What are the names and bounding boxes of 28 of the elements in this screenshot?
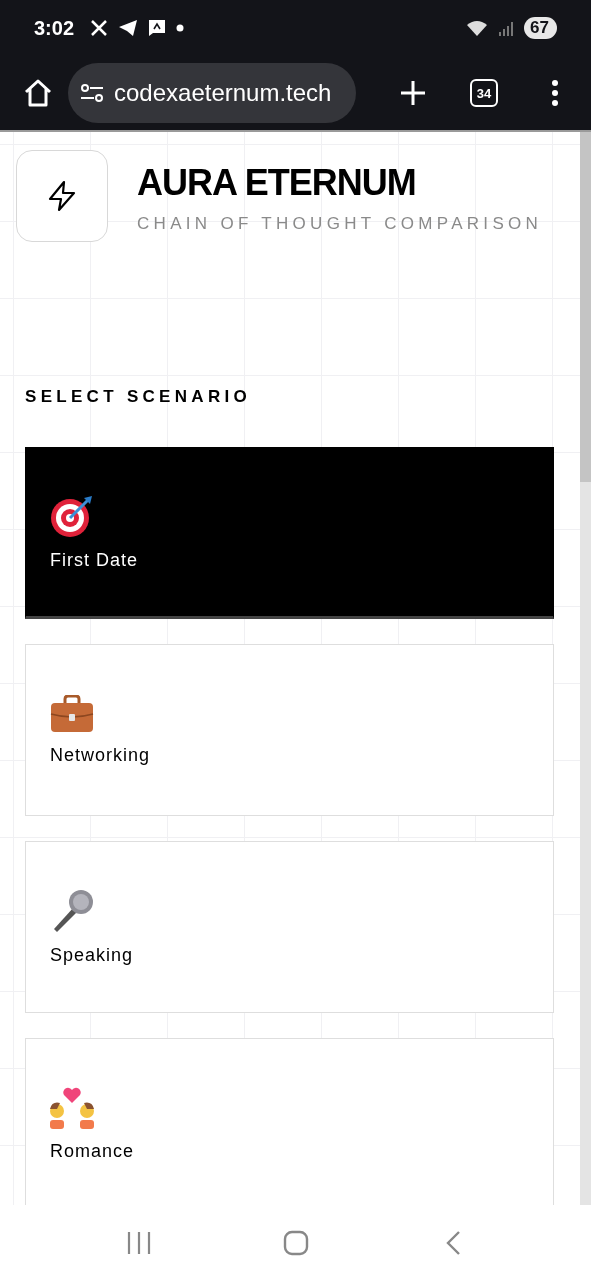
wifi-icon: [466, 19, 489, 37]
app-title: AURA ETERNUM: [137, 162, 417, 204]
scenario-card[interactable]: Romance: [25, 1038, 554, 1205]
address-field[interactable]: codexaeternum.tech: [68, 63, 356, 123]
site-settings-icon: [80, 83, 104, 103]
message-icon: [148, 19, 167, 37]
lightning-icon: [47, 180, 77, 212]
couple-icon: [50, 1086, 94, 1129]
new-tab-button[interactable]: [399, 79, 427, 107]
briefcase-icon: [50, 694, 94, 733]
signal-icon: [498, 20, 515, 36]
x-logo-icon: [90, 19, 109, 37]
dot-icon: [176, 24, 185, 32]
scrollbar[interactable]: [580, 132, 591, 1205]
home-button[interactable]: [23, 78, 53, 108]
target-icon: [50, 493, 94, 538]
scenario-card[interactable]: First Date: [25, 447, 554, 619]
scenario-card[interactable]: Speaking: [25, 841, 554, 1013]
battery-indicator: 67: [524, 17, 557, 39]
section-heading: SELECT SCENARIO: [25, 387, 253, 407]
menu-button[interactable]: [551, 79, 559, 107]
recent-apps-button[interactable]: [125, 1230, 152, 1255]
tab-count-button[interactable]: 34: [470, 79, 498, 107]
scenario-card[interactable]: Networking: [25, 644, 554, 816]
app-subtitle: CHAIN OF THOUGHT COMPARISON: [137, 214, 543, 234]
status-time: 3:02: [34, 16, 75, 40]
home-nav-button[interactable]: [282, 1229, 309, 1256]
paper-plane-icon: [118, 19, 139, 37]
